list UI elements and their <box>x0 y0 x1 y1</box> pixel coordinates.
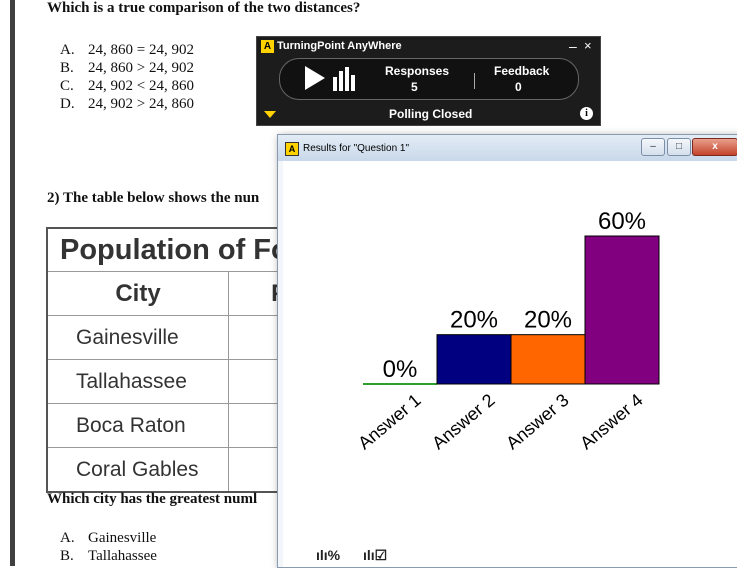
option-letter: C. <box>60 78 74 94</box>
minimize-button[interactable]: – <box>569 38 577 54</box>
close-button[interactable]: x <box>692 138 737 156</box>
table-cell-city: Gainesville <box>46 315 229 360</box>
percent-chart-icon[interactable]: ılı% <box>316 547 340 563</box>
results-window[interactable]: A Results for "Question 1" – □ x 0% Answe… <box>277 134 737 568</box>
question-2-text: 2) The table below shows the nun <box>47 190 260 206</box>
correct-chart-icon[interactable]: ılı☑ <box>363 547 387 564</box>
category-label: Answer 2 <box>428 390 498 454</box>
results-titlebar[interactable]: A Results for "Question 1" – □ x <box>278 135 737 161</box>
option-text: 24, 902 < 24, 860 <box>88 78 194 94</box>
turningpoint-logo-icon: A <box>285 142 299 156</box>
feedback-label: Feedback <box>494 64 550 78</box>
answer-text: Tallahassee <box>88 548 157 564</box>
table-cell-city: Tallahassee <box>46 359 229 404</box>
results-title: Results for "Question 1" <box>303 143 410 154</box>
answer-text: Gainesville <box>88 530 157 546</box>
option-letter: A. <box>60 42 75 58</box>
category-label: Answer 4 <box>576 390 646 454</box>
maximize-button[interactable]: □ <box>667 138 691 156</box>
info-icon[interactable]: i <box>580 107 593 120</box>
document-left-border <box>10 0 15 566</box>
data-label: 0% <box>383 356 418 383</box>
answer-b: B. Tallahassee <box>60 548 157 565</box>
close-button[interactable]: × <box>584 38 592 53</box>
polling-status: Polling Closed <box>389 107 473 121</box>
answer-letter: B. <box>60 548 74 564</box>
category-label: Answer 1 <box>354 390 424 454</box>
option-letter: B. <box>60 60 74 76</box>
bar-answer-3 <box>510 334 586 385</box>
bar-answer-2 <box>436 334 512 385</box>
turningpoint-toolbar[interactable]: A TurningPoint AnyWhere – × Responses 5 … <box>256 36 601 126</box>
question-1-text: Which is a true comparison of the two di… <box>47 0 361 16</box>
responses-count: 5 <box>411 80 418 94</box>
answer-letter: A. <box>60 530 75 546</box>
option-a: A. 24, 860 = 24, 902 <box>60 42 194 59</box>
table-cell-city: Coral Gables <box>46 447 229 493</box>
table-header-city: City <box>46 271 229 316</box>
results-chart-area: 0% Answer 1 20% Answer 2 20% Answer 3 60% Answe… <box>283 161 737 567</box>
option-text: 24, 860 = 24, 902 <box>88 42 194 58</box>
answer-a: A. Gainesville <box>60 530 156 547</box>
option-letter: D. <box>60 96 75 112</box>
option-c: C. 24, 902 < 24, 860 <box>60 78 194 95</box>
results-bar-chart: 0% Answer 1 20% Answer 2 20% Answer 3 60% Answe… <box>354 208 660 454</box>
minimize-button[interactable]: – <box>641 138 665 156</box>
turningpoint-title: TurningPoint AnyWhere <box>277 40 402 52</box>
question-3-text: Which city has the greatest numl <box>47 491 258 507</box>
option-text: 24, 902 > 24, 860 <box>88 96 194 112</box>
data-label: 20% <box>524 307 572 334</box>
option-text: 24, 860 > 24, 902 <box>88 60 194 76</box>
option-d: D. 24, 902 > 24, 860 <box>60 96 194 113</box>
table-cell-city: Boca Raton <box>46 403 229 448</box>
data-label: 20% <box>450 307 498 334</box>
divider <box>474 73 475 89</box>
bar-answer-4 <box>584 235 660 385</box>
option-b: B. 24, 860 > 24, 902 <box>60 60 194 77</box>
category-label: Answer 3 <box>502 390 572 454</box>
play-icon[interactable] <box>305 66 325 90</box>
data-label: 60% <box>598 208 646 235</box>
dropdown-arrow-icon[interactable] <box>264 111 276 118</box>
feedback-count: 0 <box>515 80 522 94</box>
turningpoint-logo-icon: A <box>261 40 274 53</box>
responses-label: Responses <box>385 64 450 78</box>
